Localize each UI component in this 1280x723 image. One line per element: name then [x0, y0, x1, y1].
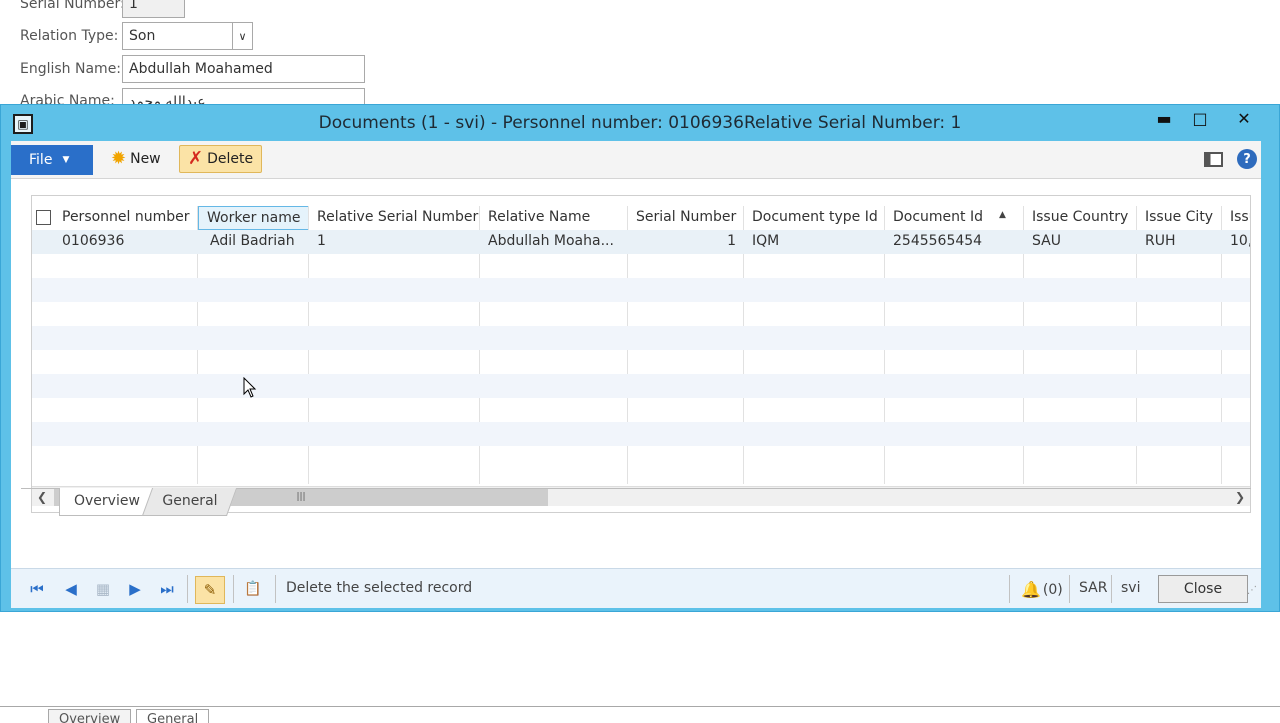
empty-row	[32, 446, 1250, 470]
dialog-client: File ▼ ✹ New ✗ Delete ? Personnel number…	[11, 141, 1261, 608]
cell-document-type-id[interactable]: IQM	[744, 230, 885, 254]
empty-row	[32, 302, 1250, 326]
resize-grip-icon[interactable]: ⋰	[1247, 585, 1257, 596]
title-bar[interactable]: ▣ Documents (1 - svi) - Personnel number…	[1, 105, 1279, 141]
status-separator	[187, 575, 188, 603]
status-separator	[1111, 575, 1112, 603]
layout-toggle-icon[interactable]	[1204, 152, 1223, 167]
cell-issue-date[interactable]: 10,	[1222, 230, 1250, 254]
next-record-icon[interactable]: ▶	[125, 579, 145, 599]
header-personnel-number[interactable]: Personnel number	[54, 206, 198, 230]
relation-type-select[interactable]: Son ∨	[122, 22, 253, 50]
notifications-indicator[interactable]: 🔔 (0)	[1021, 580, 1063, 599]
file-menu-button[interactable]: File ▼	[11, 145, 93, 175]
background-tabstrip: Overview General	[0, 706, 1280, 723]
header-worker-name[interactable]: Worker name	[198, 206, 309, 230]
tab-general-label: General	[162, 493, 218, 509]
tab-overview-label: Overview	[74, 493, 140, 509]
table-row[interactable]: 0106936 Adil Badriah 1 Abdullah Moaha...…	[32, 230, 1250, 254]
english-name-label: English Name:	[20, 61, 122, 77]
cell-relative-serial-number[interactable]: 1	[309, 230, 480, 254]
mouse-cursor-icon	[243, 377, 257, 398]
minimize-icon[interactable]: ▬	[1147, 105, 1181, 131]
bell-icon: 🔔	[1021, 580, 1041, 599]
background-tab-general[interactable]: General	[136, 709, 210, 723]
serial-number-label: Serial Number:	[20, 0, 125, 12]
maximize-icon[interactable]: □	[1183, 105, 1217, 131]
cell-worker-name[interactable]: Adil Badriah	[202, 230, 309, 254]
edit-pencil-icon[interactable]: ✎	[195, 576, 225, 604]
company-indicator[interactable]: svi	[1121, 580, 1140, 596]
status-separator	[1069, 575, 1070, 603]
empty-row	[32, 278, 1250, 302]
header-document-type-id[interactable]: Document type Id	[744, 206, 885, 230]
english-name-field[interactable]: Abdullah Moahamed	[122, 55, 365, 83]
file-label: File	[29, 152, 53, 168]
empty-row	[32, 398, 1250, 422]
close-icon[interactable]: ✕	[1221, 105, 1267, 131]
relation-type-value: Son	[129, 28, 156, 44]
sort-ascending-icon: ▲	[999, 210, 1006, 220]
cell-relative-name[interactable]: Abdullah Moaha...	[480, 230, 628, 254]
delete-x-icon: ✗	[188, 148, 204, 169]
cell-serial-number[interactable]: 1	[628, 230, 744, 254]
last-record-icon[interactable]: ⏭	[157, 579, 177, 599]
documents-window: ▣ Documents (1 - svi) - Personnel number…	[0, 104, 1280, 612]
status-bar: ⏮ ◀ ▦ ▶ ⏭ ✎ 📋 Delete the selected record…	[11, 568, 1261, 608]
new-button[interactable]: ✹ New	[103, 145, 169, 173]
help-icon[interactable]: ?	[1237, 149, 1257, 169]
empty-row	[32, 350, 1250, 374]
header-relative-serial-number[interactable]: Relative Serial Number	[309, 206, 480, 230]
status-separator	[233, 575, 234, 603]
grid-header: Personnel number Worker name Relative Se…	[32, 206, 1250, 230]
first-record-icon[interactable]: ⏮	[27, 579, 47, 599]
header-relative-name[interactable]: Relative Name	[480, 206, 628, 230]
header-issue-country[interactable]: Issue Country	[1024, 206, 1137, 230]
empty-row	[32, 326, 1250, 350]
grid-view-icon[interactable]: ▦	[93, 579, 113, 599]
delete-button[interactable]: ✗ Delete	[179, 145, 263, 173]
background-tab-overview[interactable]: Overview	[48, 709, 132, 723]
window-title: Documents (1 - svi) - Personnel number: …	[318, 113, 962, 133]
empty-row	[32, 374, 1250, 398]
status-message: Delete the selected record	[286, 580, 473, 596]
header-issue-city[interactable]: Issue City	[1137, 206, 1222, 230]
tab-overview[interactable]: Overview	[59, 488, 155, 516]
empty-row	[32, 254, 1250, 278]
notification-count: (0)	[1042, 581, 1063, 598]
close-button[interactable]: Close	[1158, 575, 1248, 603]
status-separator	[275, 575, 276, 603]
attachment-icon[interactable]: 📋	[243, 579, 263, 599]
cell-personnel-number[interactable]: 0106936	[54, 230, 198, 254]
previous-record-icon[interactable]: ◀	[61, 579, 81, 599]
tabstrip: Overview General	[21, 488, 1251, 518]
serial-number-field[interactable]: 1	[122, 0, 185, 18]
new-label: New	[130, 151, 161, 167]
empty-row	[32, 422, 1250, 446]
currency-indicator[interactable]: SAR	[1079, 580, 1107, 596]
delete-label: Delete	[207, 151, 254, 167]
header-issue-date[interactable]: Issu	[1222, 206, 1250, 230]
cell-document-id[interactable]: 2545565454	[885, 230, 1024, 254]
status-separator	[1009, 575, 1010, 603]
action-pane: File ▼ ✹ New ✗ Delete ?	[11, 141, 1261, 179]
cell-issue-city[interactable]: RUH	[1137, 230, 1222, 254]
documents-grid: Personnel number Worker name Relative Se…	[31, 195, 1251, 513]
chevron-down-icon[interactable]: ∨	[232, 23, 252, 49]
new-star-icon: ✹	[111, 148, 127, 169]
relation-type-label: Relation Type:	[20, 28, 119, 44]
caret-down-icon: ▼	[62, 155, 70, 165]
cell-issue-country[interactable]: SAU	[1024, 230, 1137, 254]
tab-general[interactable]: General	[141, 488, 238, 516]
header-serial-number[interactable]: Serial Number	[628, 206, 744, 230]
